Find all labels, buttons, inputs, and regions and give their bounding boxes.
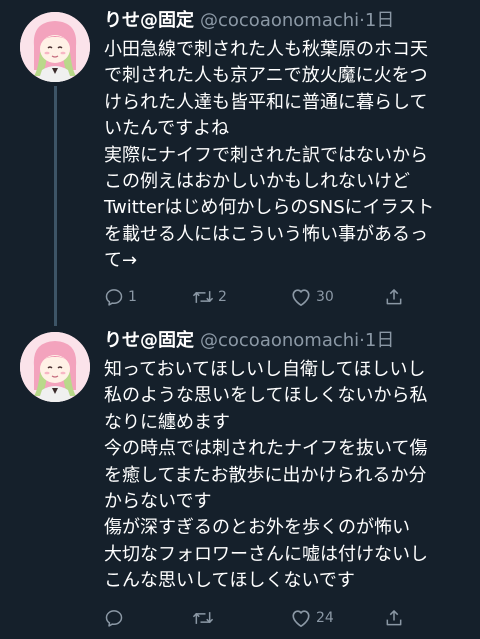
text-line: て→: [104, 250, 138, 272]
retweet-button[interactable]: 2: [192, 286, 227, 308]
action-bar: 24: [104, 607, 404, 629]
handle-text: @cocoaonomachi: [200, 330, 360, 351]
reply-button[interactable]: 1: [104, 286, 137, 308]
user-handle[interactable]: @cocoaonomachi·1日: [200, 10, 394, 31]
text-line: 今の時点では刺されたナイフを抜いて傷: [104, 438, 428, 460]
text-line: 知っておいてほしいし自衛してほしいし: [104, 359, 426, 380]
like-count: 30: [316, 289, 334, 305]
avatar[interactable]: [20, 12, 90, 82]
retweet-button[interactable]: [192, 607, 218, 629]
text-line: この例えはおかしいかもしれないけど: [104, 171, 410, 193]
reply-count: 1: [128, 289, 137, 305]
thread-line: [54, 86, 57, 326]
timestamp[interactable]: 1日: [365, 10, 394, 31]
text-line: 大切なフォロワーさんに嘘は付けないし: [104, 543, 428, 565]
share-icon: [384, 608, 404, 628]
user-handle[interactable]: @cocoaonomachi·1日: [200, 330, 394, 351]
timestamp[interactable]: 1日: [365, 330, 394, 351]
share-button[interactable]: [384, 607, 404, 629]
reply-icon: [104, 608, 124, 628]
share-button[interactable]: [384, 286, 404, 308]
text-line: からないです: [104, 491, 212, 513]
text-line: で刺された人も京アニで放火魔に火をつ: [104, 65, 428, 87]
retweet-icon: [192, 608, 214, 628]
retweet-count: 2: [218, 289, 227, 305]
heart-icon: [290, 287, 312, 307]
text-line: なりに纏めます: [104, 411, 230, 433]
reply-button[interactable]: [104, 607, 128, 629]
text-line: 私のような思いをしてほしくないから私: [104, 385, 428, 407]
text-line: けられた人達も皆平和に普通に暮らして: [104, 91, 428, 113]
text-line: 傷が深すぎるのとお外を歩くのが怖い: [104, 517, 410, 539]
like-count: 24: [316, 610, 334, 626]
tweet-header: りせ@固定 @cocoaonomachi·1日: [104, 10, 394, 32]
retweet-icon: [192, 287, 214, 307]
text-line: いたんですよね: [104, 118, 230, 140]
text-line: 実際にナイフで刺された訳ではないから: [104, 144, 428, 166]
like-button[interactable]: 30: [290, 286, 334, 308]
display-name[interactable]: りせ@固定: [104, 10, 194, 31]
action-bar: 1 2 30: [104, 286, 404, 308]
handle-text: @cocoaonomachi: [200, 10, 360, 31]
text-line: を癒してまたお散歩に出かけられるか分: [104, 464, 427, 486]
text-line: こんな思いしてほしくないです: [104, 570, 355, 592]
text-line: を載せる人にはこういう怖い事があるっ: [104, 223, 428, 245]
display-name[interactable]: りせ@固定: [104, 330, 194, 351]
tweet-header: りせ@固定 @cocoaonomachi·1日: [104, 330, 394, 352]
tweet-text: 知っておいてほしいし自衛してほしいし 私のような思いをしてほしくないから私 なり…: [104, 357, 474, 595]
like-button[interactable]: 24: [290, 607, 334, 629]
text-line: 小田急線で刺された人も秋葉原のホコ天: [104, 39, 428, 60]
tweet-text: 小田急線で刺された人も秋葉原のホコ天 で刺された人も京アニで放火魔に火をつ けら…: [104, 37, 474, 275]
reply-icon: [104, 287, 124, 307]
heart-icon: [290, 608, 312, 628]
avatar[interactable]: [20, 332, 90, 402]
share-icon: [384, 287, 404, 307]
text-line: Twitterはじめ何かしらのSNSにイラスト: [104, 197, 435, 219]
